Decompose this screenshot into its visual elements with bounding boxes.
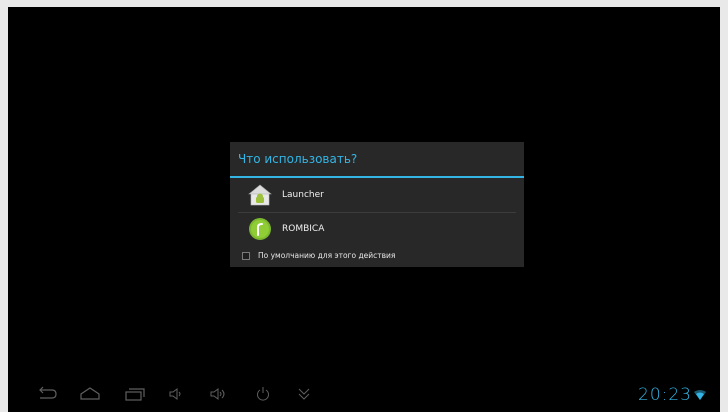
default-action-row[interactable]: По умолчанию для этого действия [230,246,524,265]
option-label: Launcher [282,190,324,200]
option-rombica[interactable]: ROMBICA [230,212,524,246]
default-action-label: По умолчанию для этого действия [258,251,396,260]
power-icon[interactable] [255,386,271,402]
dialog-title: Что использовать? [230,142,524,178]
wifi-icon [694,390,706,400]
collapse-icon[interactable] [296,386,312,402]
volume-up-icon[interactable] [209,386,231,402]
option-launcher[interactable]: Launcher [230,178,524,212]
option-label: ROMBICA [282,224,325,234]
android-home-icon [248,184,272,206]
default-action-checkbox[interactable] [242,251,250,260]
volume-down-icon[interactable] [168,386,186,402]
clock: 20:23 [638,385,692,405]
home-icon[interactable] [79,386,101,402]
app-chooser-dialog: Что использовать? Launcher ROMBICA По ум… [230,142,524,267]
navigation-bar: 20:23 [8,380,720,412]
back-icon[interactable] [36,386,58,402]
screen: Что использовать? Launcher ROMBICA По ум… [8,7,720,412]
rombica-icon [249,218,271,240]
recent-apps-icon[interactable] [124,386,146,402]
